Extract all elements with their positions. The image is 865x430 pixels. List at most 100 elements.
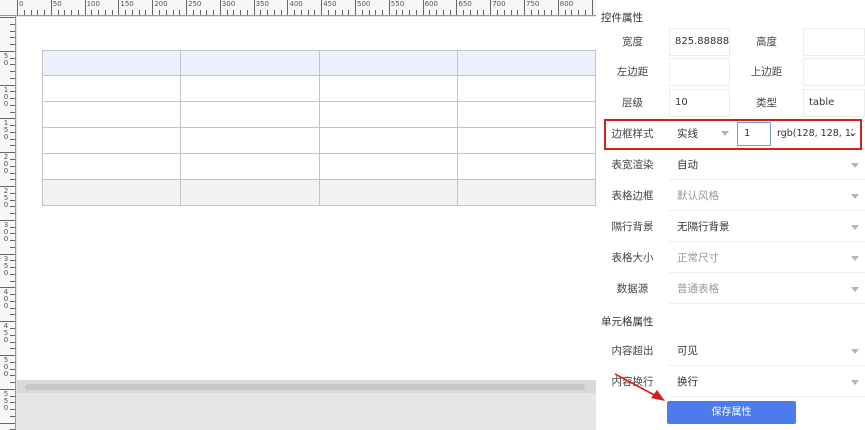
layer-label: 层级: [622, 97, 643, 109]
table-cell[interactable]: [41, 50, 182, 76]
ruler-tick: [10, 172, 15, 174]
table-cell[interactable]: [180, 75, 320, 102]
ruler-tick: [328, 10, 329, 15]
table-cell[interactable]: [318, 179, 458, 206]
ruler-tick: [267, 10, 269, 15]
overflow-label: 内容超出: [611, 345, 654, 357]
ruler-tick: [10, 44, 15, 45]
table-width-select[interactable]: 自动: [669, 151, 865, 180]
chevron-down-icon: [851, 349, 859, 354]
ruler-tick: [10, 77, 15, 79]
ruler-tick: [321, 0, 323, 15]
ruler-tick: [422, 0, 424, 15]
horizontal-scrollbar[interactable]: [17, 380, 596, 393]
overflow-select[interactable]: 可见: [669, 337, 865, 366]
ruler-tick: [10, 294, 15, 296]
table-cell[interactable]: [318, 101, 458, 128]
table-cell[interactable]: [318, 50, 458, 76]
ruler-tick: [382, 10, 383, 15]
ruler-tick: [213, 10, 214, 15]
ruler-tick: [469, 10, 471, 15]
table-cell[interactable]: [180, 127, 320, 154]
table-border-select[interactable]: 默认风格: [669, 182, 865, 211]
table-cell[interactable]: [456, 153, 596, 180]
table-cell[interactable]: [41, 75, 182, 102]
ruler-label: 500: [3, 356, 9, 378]
datasource-select[interactable]: 普通表格: [669, 275, 865, 304]
row-background-select[interactable]: 无隔行背景: [669, 213, 865, 242]
ruler-tick: [159, 10, 160, 15]
scrollbar-thumb[interactable]: [25, 384, 585, 390]
table-width-row: 表宽渲染 自动: [596, 150, 865, 181]
ruler-tick: [10, 104, 15, 106]
ruler-tick: [233, 10, 235, 15]
margin-row: 左边距 上边距: [596, 57, 865, 88]
border-style-select[interactable]: 实线: [669, 120, 733, 148]
chevron-down-icon[interactable]: ⌄: [848, 125, 858, 139]
border-color-input[interactable]: rgb(128, 128, 12: [777, 120, 853, 148]
top-margin-input[interactable]: [803, 58, 865, 86]
ruler-tick: [584, 10, 586, 15]
table-cell[interactable]: [456, 50, 596, 76]
border-width-input[interactable]: 1: [737, 122, 771, 146]
wrap-label: 内容换行: [611, 376, 654, 388]
ruler-label: 700: [492, 0, 506, 8]
design-table[interactable]: [41, 50, 596, 206]
ruler-tick: [10, 267, 15, 269]
ruler-tick: [10, 23, 15, 25]
table-cell[interactable]: [456, 75, 596, 102]
ruler-tick: [375, 10, 377, 15]
table-cell[interactable]: [318, 153, 458, 180]
save-properties-button[interactable]: 保存属性: [667, 401, 796, 424]
table-cell[interactable]: [456, 179, 596, 206]
ruler-tick: [10, 131, 15, 133]
horizontal-ruler: 0 50 100 150 200 250 300 350 400 450 500 550 600 650 7…: [0, 0, 596, 16]
table-cell[interactable]: [456, 127, 596, 154]
ruler-label: 100: [3, 85, 9, 108]
datasource-row: 数据源 普通表格: [596, 274, 865, 305]
table-size-select[interactable]: 正常尺寸: [669, 244, 865, 273]
table-cell[interactable]: [41, 101, 182, 128]
ruler-label: 150: [120, 0, 134, 8]
ruler-tick: [10, 206, 15, 208]
chevron-down-icon: [851, 256, 859, 261]
ruler-tick: [10, 375, 15, 377]
design-canvas-area: 0 50 100 150 200 250 300 350 400 450 500 550 600 650 7…: [0, 0, 596, 430]
ruler-tick: [0, 422, 15, 424]
table-cell[interactable]: [318, 75, 458, 102]
table-cell[interactable]: [180, 50, 320, 76]
table-cell[interactable]: [41, 127, 182, 154]
ruler-tick: [10, 159, 15, 160]
datasource-value: 普通表格: [677, 283, 719, 295]
height-label: 高度: [756, 36, 777, 48]
ruler-tick: [503, 10, 505, 15]
table-row: [41, 127, 596, 154]
ruler-tick: [165, 10, 167, 15]
width-input[interactable]: 825.888888: [669, 28, 730, 56]
table-cell[interactable]: [456, 101, 596, 128]
table-cell[interactable]: [41, 179, 182, 206]
row-background-label: 隔行背景: [611, 221, 654, 233]
ruler-tick: [10, 240, 15, 242]
table-cell[interactable]: [180, 153, 320, 180]
ruler-tick: [544, 10, 546, 15]
ruler-tick: [10, 98, 15, 100]
page-canvas[interactable]: [17, 17, 596, 380]
ruler-tick: [348, 10, 350, 15]
table-cell[interactable]: [180, 179, 320, 206]
ruler-tick: [179, 10, 181, 15]
ruler-tick: [557, 0, 559, 15]
table-cell[interactable]: [318, 127, 458, 154]
layer-input[interactable]: 10: [669, 89, 730, 117]
left-margin-input[interactable]: [669, 58, 730, 86]
height-input[interactable]: [803, 28, 865, 56]
ruler-tick: [10, 402, 15, 404]
wrap-select[interactable]: 换行: [669, 368, 865, 397]
table-row: [41, 101, 596, 128]
table-cell[interactable]: [180, 101, 320, 128]
width-label: 宽度: [622, 36, 643, 48]
ruler-tick: [294, 10, 296, 15]
table-cell[interactable]: [41, 153, 182, 180]
ruler-tick: [300, 10, 302, 15]
ruler-tick: [10, 382, 15, 383]
